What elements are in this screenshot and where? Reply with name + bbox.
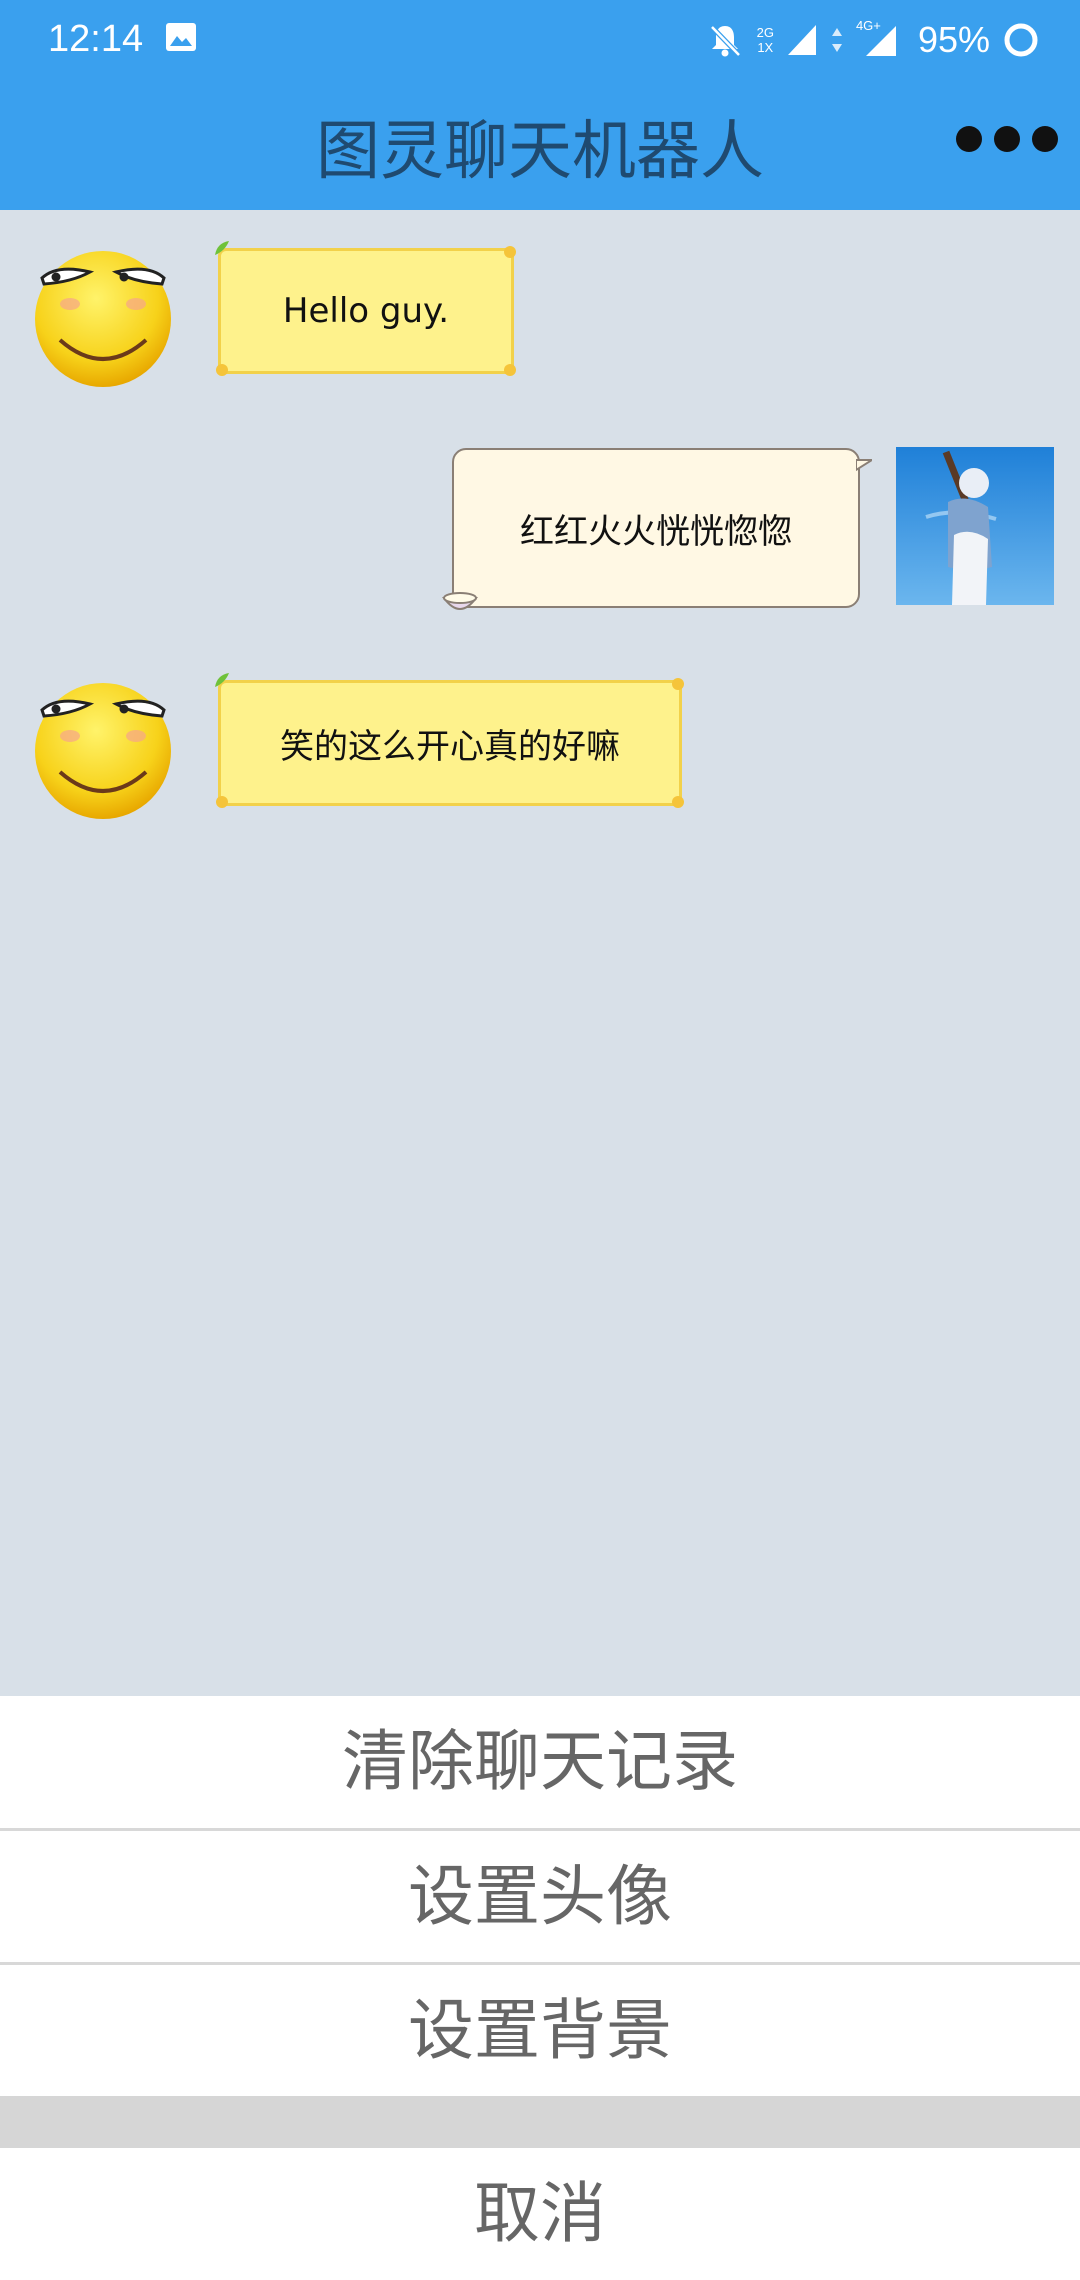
flower-corner-icon bbox=[672, 796, 684, 808]
more-dots-icon[interactable] bbox=[956, 126, 1058, 152]
flower-corner-icon bbox=[216, 796, 228, 808]
signal-4g: 4G+ bbox=[856, 18, 900, 60]
battery-percent: 95% bbox=[917, 19, 990, 60]
leaf-icon bbox=[215, 241, 229, 255]
bot-message-bubble: 笑的这么开心真的好嘛 bbox=[215, 673, 684, 808]
message-text: Hello guy. bbox=[282, 291, 450, 331]
message-text: 红红火火恍恍惚惚 bbox=[520, 511, 792, 552]
user-message-bubble: 红红火火恍恍惚惚 bbox=[442, 448, 872, 610]
cancel-button[interactable]: 取消 bbox=[0, 2148, 1080, 2280]
status-time: 12:14 bbox=[48, 18, 144, 60]
signal-icon bbox=[787, 25, 816, 55]
bot-message-bubble: Hello guy. bbox=[215, 241, 516, 376]
flower-corner-icon bbox=[504, 364, 516, 376]
bot-avatar-smiley-icon bbox=[35, 683, 171, 819]
page-title: 图灵聊天机器人 bbox=[316, 115, 764, 189]
sheet-gap bbox=[0, 2096, 1080, 2148]
app-header: 12:14 2G 1X 4G+ 95% 图灵聊天机器人 bbox=[0, 0, 1080, 210]
status-icons: 2G 1X 4G+ 95% bbox=[705, 16, 1040, 64]
bubble-tail-icon bbox=[856, 459, 872, 472]
data-arrows-icon bbox=[831, 28, 842, 52]
flower-corner-icon bbox=[504, 246, 516, 258]
set-avatar-button[interactable]: 设置头像 bbox=[0, 1831, 1080, 1962]
signal-4g-icon bbox=[865, 26, 896, 56]
network-1x-label: 1X bbox=[757, 40, 774, 55]
battery-ring-icon bbox=[1004, 23, 1038, 57]
clear-history-button[interactable]: 清除聊天记录 bbox=[0, 1696, 1080, 1828]
action-sheet: 清除聊天记录 设置头像 设置背景 取消 bbox=[0, 1696, 1080, 2280]
bot-avatar-smiley-icon bbox=[35, 251, 171, 387]
set-background-button[interactable]: 设置背景 bbox=[0, 1965, 1080, 2096]
mute-bell-icon bbox=[709, 25, 741, 57]
gallery-notification-icon bbox=[166, 23, 196, 51]
rice-bowl-icon bbox=[442, 592, 478, 610]
flower-corner-icon bbox=[672, 678, 684, 690]
message-text: 笑的这么开心真的好嘛 bbox=[280, 726, 620, 767]
flower-corner-icon bbox=[216, 364, 228, 376]
user-avatar bbox=[896, 447, 1054, 605]
status-bar: 12:14 2G 1X 4G+ 95% bbox=[0, 0, 1080, 80]
leaf-icon bbox=[215, 673, 229, 687]
network-2g-label: 2G bbox=[756, 25, 774, 40]
